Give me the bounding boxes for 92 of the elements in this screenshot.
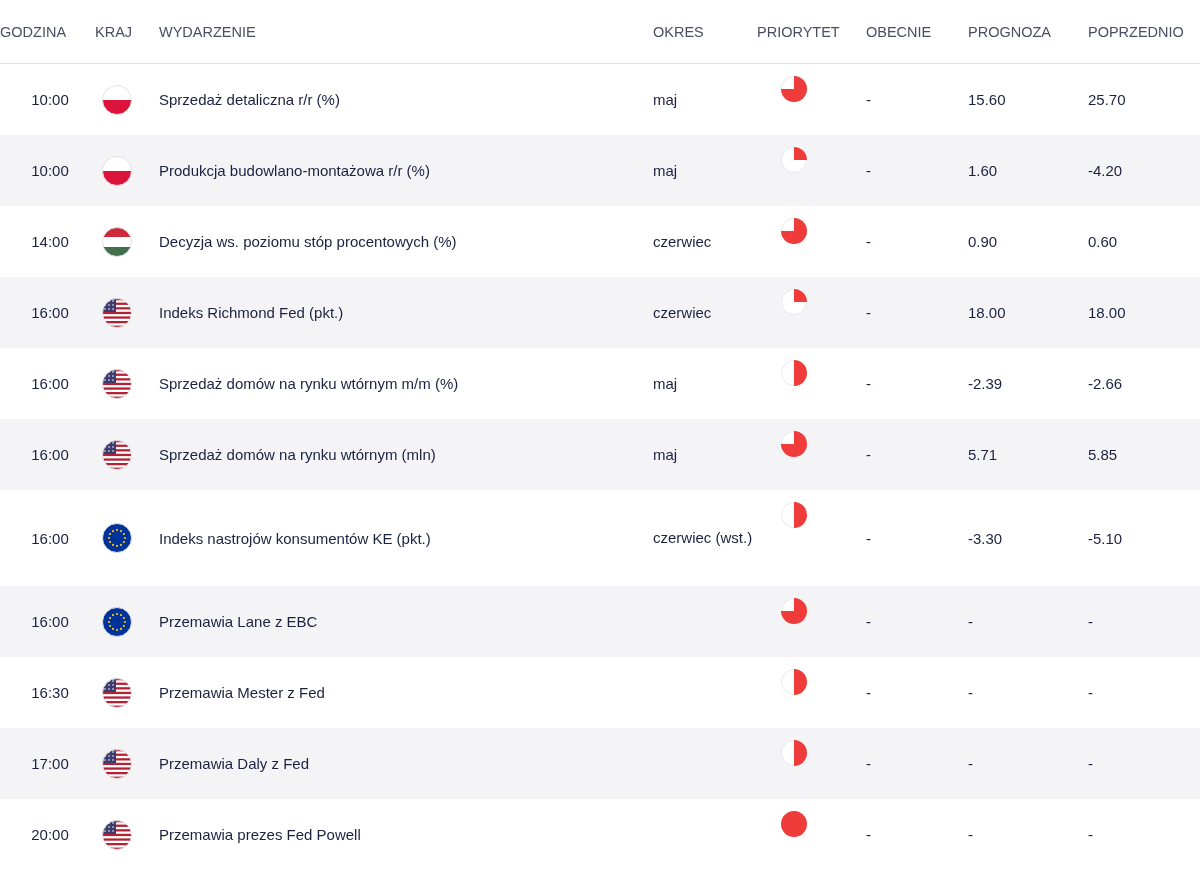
previous-value: - bbox=[1088, 613, 1094, 630]
forecast-value: 5.71 bbox=[968, 446, 999, 463]
period-cell-text: maj bbox=[653, 160, 679, 181]
priority-pie-icon bbox=[781, 147, 807, 173]
time-cell-text: 10:00 bbox=[30, 91, 69, 108]
flag-icon bbox=[102, 368, 132, 399]
priority-pie-icon bbox=[781, 76, 807, 102]
event-name: Sprzedaż domów na rynku wtórnym m/m (%) bbox=[159, 375, 460, 392]
flag-icon bbox=[102, 677, 132, 708]
flag-icon bbox=[102, 297, 132, 328]
current-value: - bbox=[866, 529, 872, 547]
current-value: - bbox=[866, 446, 872, 463]
forecast-value: -3.30 bbox=[968, 529, 1004, 547]
time-cell-text: 20:00 bbox=[30, 826, 69, 843]
previous-value: - bbox=[1088, 684, 1094, 701]
period-cell-text: maj bbox=[653, 89, 679, 110]
forecast-value: 1.60 bbox=[968, 162, 999, 179]
priority-pie-icon bbox=[781, 360, 807, 386]
previous-value: - bbox=[1088, 755, 1094, 772]
event-name: Przemawia Mester z Fed bbox=[159, 684, 326, 701]
column-header: PRIORYTET bbox=[757, 23, 841, 40]
forecast-value: - bbox=[968, 613, 974, 630]
previous-value: 5.85 bbox=[1088, 446, 1119, 463]
forecast-value: - bbox=[968, 755, 974, 772]
flag-icon bbox=[102, 606, 132, 637]
current-value: - bbox=[866, 755, 872, 772]
forecast-value: -2.39 bbox=[968, 375, 1004, 392]
priority-pie-icon bbox=[781, 289, 807, 315]
event-name: Przemawia prezes Fed Powell bbox=[159, 826, 362, 843]
time-cell-text: 14:00 bbox=[30, 233, 69, 250]
time-cell-text: 16:00 bbox=[30, 613, 69, 630]
flag-icon bbox=[102, 439, 132, 470]
forecast-value: - bbox=[968, 684, 974, 701]
priority-pie-icon bbox=[781, 431, 807, 457]
period-cell-text: czerwiec bbox=[653, 302, 713, 323]
previous-value: -2.66 bbox=[1088, 375, 1124, 392]
previous-value: 0.60 bbox=[1088, 233, 1119, 250]
forecast-value: 18.00 bbox=[968, 304, 1007, 321]
forecast-value: - bbox=[968, 826, 974, 843]
priority-pie-icon bbox=[781, 811, 807, 837]
event-name: Decyzja ws. poziomu stóp procentowych (%) bbox=[159, 233, 458, 250]
flag-icon bbox=[102, 226, 132, 257]
priority-pie-icon bbox=[781, 502, 807, 528]
column-header: PROGNOZA bbox=[968, 23, 1052, 40]
previous-value: -4.20 bbox=[1088, 162, 1124, 179]
time-cell-text: 17:00 bbox=[30, 755, 69, 772]
event-name: Indeks Richmond Fed (pkt.) bbox=[159, 304, 345, 321]
period-cell-text: maj bbox=[653, 373, 679, 394]
current-value: - bbox=[866, 826, 872, 843]
current-value: - bbox=[866, 162, 872, 179]
current-value: - bbox=[866, 304, 872, 321]
flag-icon bbox=[102, 155, 132, 186]
column-header: GODZINA bbox=[0, 23, 68, 40]
period-cell-text: czerwiec bbox=[653, 231, 713, 252]
current-value: - bbox=[866, 375, 872, 392]
column-header: OKRES bbox=[653, 23, 705, 40]
priority-pie-icon bbox=[781, 218, 807, 244]
event-name: Indeks nastrojów konsumentów KE (pkt.) bbox=[159, 529, 432, 547]
priority-pie-icon bbox=[781, 740, 807, 766]
event-name: Przemawia Daly z Fed bbox=[159, 755, 311, 772]
forecast-value: 15.60 bbox=[968, 91, 1007, 108]
priority-pie-icon bbox=[781, 598, 807, 624]
previous-value: 25.70 bbox=[1088, 91, 1127, 108]
previous-value: - bbox=[1088, 826, 1094, 843]
current-value: - bbox=[866, 684, 872, 701]
column-header: WYDARZENIE bbox=[159, 23, 257, 40]
event-name: Sprzedaż detaliczna r/r (%) bbox=[159, 91, 341, 108]
forecast-value: 0.90 bbox=[968, 233, 999, 250]
current-value: - bbox=[866, 91, 872, 108]
time-cell-text: 16:00 bbox=[30, 375, 69, 392]
event-name: Produkcja budowlano-montażowa r/r (%) bbox=[159, 162, 431, 179]
event-name: Przemawia Lane z EBC bbox=[159, 613, 319, 630]
period-cell-text: maj bbox=[653, 444, 679, 465]
current-value: - bbox=[866, 613, 872, 630]
column-header: OBECNIE bbox=[866, 23, 933, 40]
flag-icon bbox=[102, 84, 132, 115]
time-cell-text: 10:00 bbox=[30, 162, 69, 179]
flag-icon bbox=[102, 523, 132, 553]
time-cell-text: 16:30 bbox=[30, 684, 69, 701]
event-name: Sprzedaż domów na rynku wtórnym (mln) bbox=[159, 446, 437, 463]
priority-pie-icon bbox=[781, 669, 807, 695]
current-value: - bbox=[866, 233, 872, 250]
time-cell-text: 16:00 bbox=[30, 529, 69, 547]
flag-icon bbox=[102, 819, 132, 850]
flag-icon bbox=[102, 748, 132, 779]
previous-value: -5.10 bbox=[1088, 529, 1124, 547]
time-cell-text: 16:00 bbox=[30, 446, 69, 463]
time-cell-text: 16:00 bbox=[30, 304, 69, 321]
column-header: POPRZEDNIO bbox=[1088, 23, 1185, 40]
period-cell-text: czerwiec (wst.) bbox=[653, 528, 754, 548]
column-header: KRAJ bbox=[95, 23, 134, 40]
previous-value: 18.00 bbox=[1088, 304, 1127, 321]
